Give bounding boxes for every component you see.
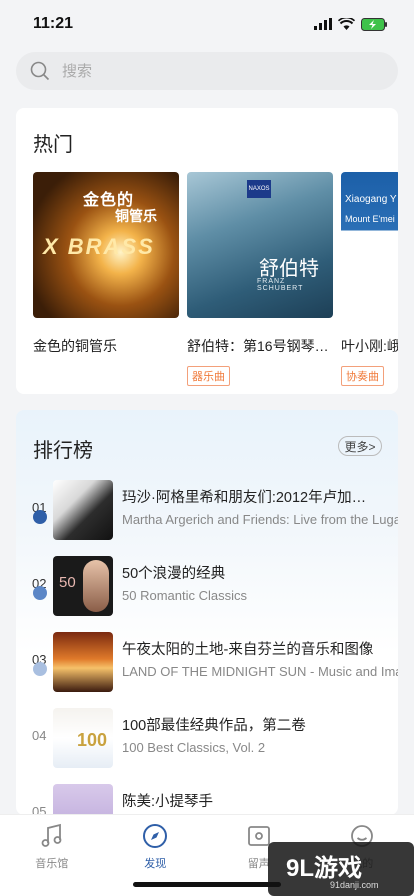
status-bar: 11:21: [0, 0, 414, 48]
album-card[interactable]: Xiaogang Y Mount E'mei 叶小刚:峨 协奏曲: [341, 172, 398, 386]
ranking-item-title: 玛沙·阿格里希和朋友们:2012年卢加…: [122, 490, 367, 506]
album-cover[interactable]: [53, 784, 113, 815]
search-bar[interactable]: [16, 52, 398, 90]
cover-text: Mount E'mei: [345, 214, 395, 224]
ranking-item[interactable]: 05 陈美:小提琴手: [16, 784, 398, 815]
album-card[interactable]: 金色的 铜管乐 X BRASS 金色的铜管乐: [33, 172, 179, 386]
ranking-item-title: 午夜太阳的土地-来自芬兰的音乐和图像: [122, 642, 374, 658]
ranking-item-title: 100部最佳经典作品，第二卷: [122, 718, 306, 734]
genre-tag: 器乐曲: [187, 366, 230, 386]
ranking-list: 01 玛沙·阿格里希和朋友们:2012年卢加… Martha Argerich …: [16, 480, 398, 815]
site-watermark: 9L游戏 91danji.com: [268, 842, 414, 896]
album-cover[interactable]: [53, 480, 113, 540]
tab-label: 留声: [247, 858, 270, 870]
hot-section: 热门 金色的 铜管乐 X BRASS 金色的铜管乐 NAXOS 舒伯特 FRAN…: [16, 108, 398, 394]
more-button[interactable]: 更多>: [338, 436, 382, 456]
watermark-text: 9L游戏: [286, 855, 363, 882]
album-name[interactable]: 金色的铜管乐: [33, 336, 179, 356]
compass-icon: [143, 824, 168, 848]
ranking-item-subtitle: Martha Argerich and Friends: Live from t…: [122, 512, 398, 527]
album-card[interactable]: NAXOS 舒伯特 FRANZ SCHUBERT 舒伯特：第16号钢琴… 器乐曲: [187, 172, 333, 386]
cover-text: 舒伯特: [259, 258, 319, 280]
album-name[interactable]: 叶小刚:峨: [341, 336, 398, 356]
status-icons: [314, 17, 388, 31]
album-cover[interactable]: [53, 632, 113, 692]
cover-text: FRANZ SCHUBERT: [257, 278, 304, 292]
album-cover[interactable]: 金色的 铜管乐 X BRASS: [33, 172, 179, 318]
hot-title: 热门: [33, 134, 73, 156]
album-name[interactable]: 舒伯特：第16号钢琴…: [187, 336, 333, 356]
hot-album-row: 金色的 铜管乐 X BRASS 金色的铜管乐 NAXOS 舒伯特 FRANZ S…: [33, 172, 398, 386]
ranking-item[interactable]: 02 50 50个浪漫的经典 50 Romantic Classics: [16, 556, 398, 632]
wifi-icon: [338, 18, 355, 30]
cover-text: X BRASS: [43, 234, 155, 259]
cover-text: Xiaogang Y: [345, 194, 397, 205]
ranking-item-title: 50个浪漫的经典: [122, 566, 226, 582]
ranking-item[interactable]: 03 午夜太阳的土地-来自芬兰的音乐和图像 LAND OF THE MIDNIG…: [16, 632, 398, 708]
signal-icon: [314, 18, 332, 30]
cover-text: 50: [59, 574, 76, 591]
album-cover[interactable]: 100: [53, 708, 113, 768]
ranking-item-subtitle: LAND OF THE MIDNIGHT SUN - Music and Ima…: [122, 664, 398, 679]
album-cover[interactable]: 50: [53, 556, 113, 616]
watermark-subtext: 91danji.com: [330, 880, 379, 890]
ranking-item-subtitle: 50 Romantic Classics: [122, 588, 247, 603]
album-cover[interactable]: Xiaogang Y Mount E'mei: [341, 172, 398, 318]
ranking-item[interactable]: 01 玛沙·阿格里希和朋友们:2012年卢加… Martha Argerich …: [16, 480, 398, 556]
tab-label: 音乐馆: [35, 858, 69, 870]
ranking-item[interactable]: 04 100 100部最佳经典作品，第二卷 100 Best Classics,…: [16, 708, 398, 784]
ranking-item-title: 陈美:小提琴手: [122, 794, 214, 810]
ranking-section: 排行榜 更多> 01 玛沙·阿格里希和朋友们:2012年卢加… Martha A…: [16, 410, 398, 815]
home-indicator: [133, 882, 281, 887]
search-input[interactable]: [62, 62, 362, 80]
tab-music-hall[interactable]: 音乐馆: [0, 815, 104, 896]
rank-dot: [33, 662, 47, 676]
cover-text: 100: [77, 730, 108, 750]
rank-dot: [33, 586, 47, 600]
status-time: 11:21: [33, 15, 74, 32]
battery-charging-icon: [361, 17, 387, 31]
tab-label: 发现: [144, 858, 167, 870]
ranking-item-subtitle: 100 Best Classics, Vol. 2: [122, 740, 266, 755]
rank-dot: [33, 510, 47, 524]
rank-number: 04: [32, 728, 47, 743]
search-icon: [30, 61, 50, 81]
music-note-icon: [41, 823, 62, 847]
cover-text: 铜管乐: [115, 208, 157, 224]
album-cover[interactable]: NAXOS 舒伯特 FRANZ SCHUBERT: [187, 172, 333, 318]
naxos-logo: NAXOS: [247, 180, 271, 198]
cover-portrait: [83, 560, 109, 612]
genre-tag: 协奏曲: [341, 366, 384, 386]
ranking-title: 排行榜: [33, 440, 93, 462]
